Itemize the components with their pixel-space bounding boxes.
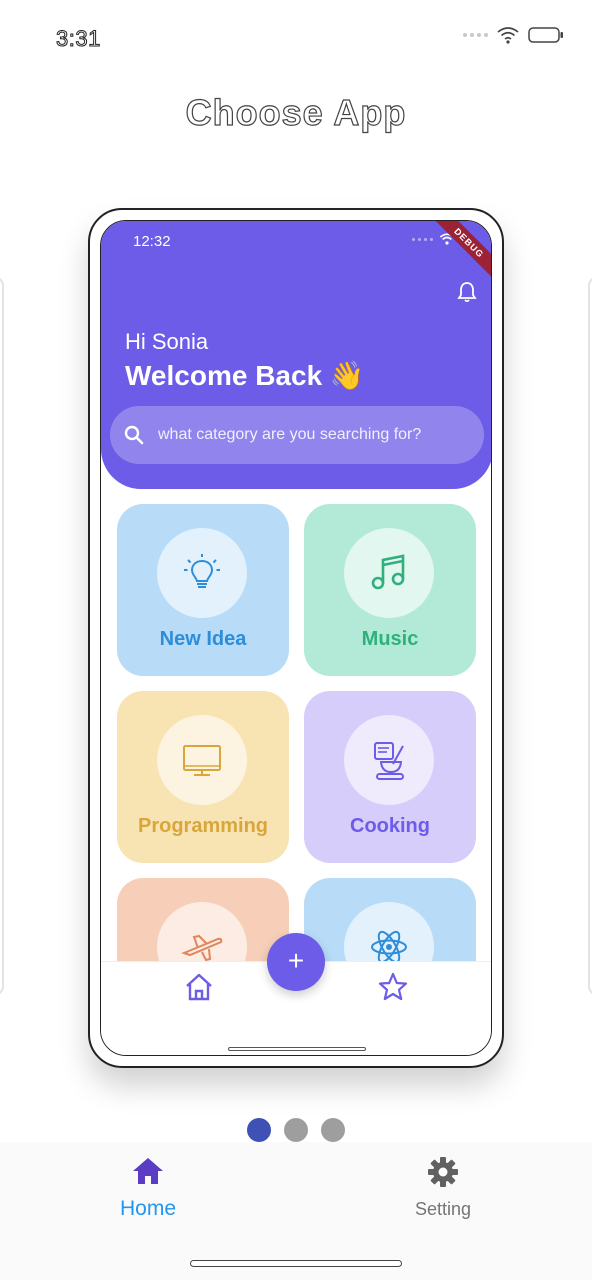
signal-icon xyxy=(412,237,433,241)
bell-icon[interactable] xyxy=(457,281,477,303)
welcome-heading: Welcome Back 👋 xyxy=(125,360,365,391)
category-tile-science[interactable] xyxy=(304,878,476,961)
category-grid: New Idea Music Programming Cooking xyxy=(101,491,491,961)
category-label: Music xyxy=(361,628,419,650)
greeting-text: Hi Sonia xyxy=(125,329,209,354)
category-label: Cooking xyxy=(350,815,430,837)
home-icon[interactable] xyxy=(184,972,214,1002)
category-label: Programming xyxy=(137,815,269,837)
category-tile-cooking[interactable]: Cooking xyxy=(304,691,476,863)
status-time: 3:31 xyxy=(56,26,101,52)
status-bar: 3:31 xyxy=(0,0,592,76)
previous-app-preview[interactable] xyxy=(0,276,4,996)
category-tile-music[interactable]: Music xyxy=(304,504,476,676)
page-title: Choose App xyxy=(185,91,407,133)
tab-setting-label: Setting xyxy=(414,1199,472,1219)
page-indicator xyxy=(247,1118,345,1142)
home-icon xyxy=(133,1158,163,1184)
atom-icon xyxy=(371,930,407,961)
category-tile-new-idea[interactable]: New Idea xyxy=(117,504,289,676)
inner-home-indicator xyxy=(228,1047,366,1051)
search-input[interactable] xyxy=(158,420,468,450)
tab-setting[interactable]: Setting xyxy=(373,1156,513,1220)
signal-icon xyxy=(463,33,488,37)
next-app-preview[interactable] xyxy=(588,276,592,996)
category-tile-programming[interactable]: Programming xyxy=(117,691,289,863)
page-dot-2[interactable] xyxy=(284,1118,308,1142)
battery-icon xyxy=(528,27,563,43)
search-bar[interactable] xyxy=(110,406,484,464)
tab-home[interactable]: Home xyxy=(78,1156,218,1221)
home-indicator xyxy=(190,1260,402,1267)
tab-home-label: Home xyxy=(119,1197,177,1220)
gear-icon xyxy=(428,1157,458,1187)
page-dot-1[interactable] xyxy=(247,1118,271,1142)
monitor-icon xyxy=(183,745,221,776)
wifi-icon xyxy=(497,27,519,44)
category-label: New Idea xyxy=(159,628,247,650)
page-dot-3[interactable] xyxy=(321,1118,345,1142)
cooking-icon xyxy=(374,742,404,780)
inner-status-time: 12:32 xyxy=(133,233,171,250)
app-preview-card[interactable]: 12:32 DEBUG Hi Sonia Welcome Back 👋 what… xyxy=(100,220,492,1056)
airplane-icon xyxy=(181,934,223,961)
add-button[interactable]: + xyxy=(267,933,325,991)
category-tile-travel[interactable] xyxy=(117,878,289,961)
lightbulb-icon xyxy=(184,554,220,588)
music-note-icon xyxy=(371,554,405,590)
header-banner: 12:32 DEBUG Hi Sonia Welcome Back 👋 xyxy=(101,221,491,489)
search-icon xyxy=(124,425,144,445)
debug-banner: DEBUG xyxy=(429,221,491,283)
star-icon[interactable] xyxy=(378,972,408,1002)
